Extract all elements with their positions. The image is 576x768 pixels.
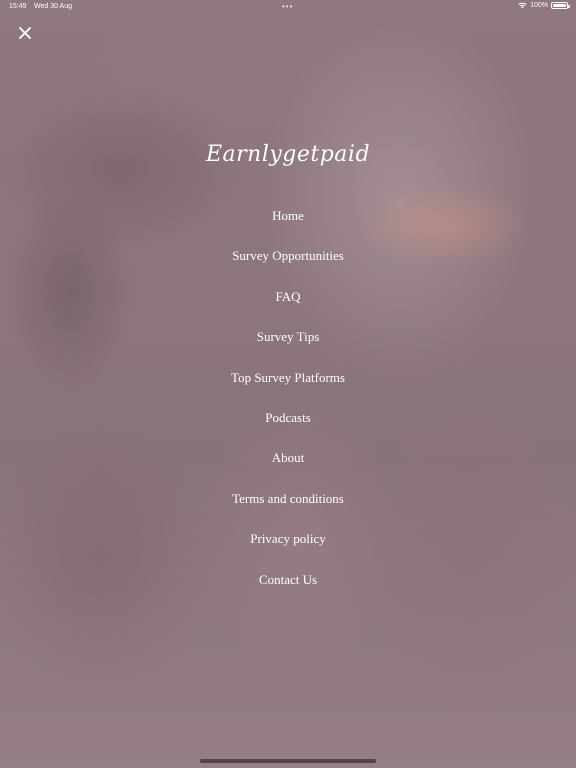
nav-item-contact-us: Contact Us [0,571,576,611]
nav-link-home[interactable]: Home [272,207,304,225]
nav-item-podcasts: Podcasts [0,409,576,449]
nav-item-faq: FAQ [0,288,576,328]
nav-link-survey-tips[interactable]: Survey Tips [257,328,320,346]
battery-icon [551,2,570,9]
close-menu-button[interactable] [14,24,36,46]
main-nav-menu: Home Survey Opportunities FAQ Survey Tip… [0,207,576,611]
status-time: 15:49 [9,3,27,10]
nav-item-terms-and-conditions: Terms and conditions [0,490,576,530]
nav-link-about[interactable]: About [272,449,305,467]
nav-item-home: Home [0,207,576,247]
nav-item-about: About [0,449,576,489]
nav-link-survey-opportunities[interactable]: Survey Opportunities [232,247,344,265]
battery-percent: 100% [530,2,548,9]
nav-link-contact-us[interactable]: Contact Us [259,571,317,589]
brand-logo-text[interactable]: Earnlygetpaid [0,142,576,167]
status-bar: 15:49 Wed 30 Aug ••• 100% [0,0,576,14]
status-indicators: 100% [518,2,570,9]
status-date: Wed 30 Aug [34,3,73,10]
nav-link-faq[interactable]: FAQ [275,288,300,306]
nav-link-podcasts[interactable]: Podcasts [265,409,311,427]
nav-link-top-survey-platforms[interactable]: Top Survey Platforms [231,369,345,387]
nav-link-privacy-policy[interactable]: Privacy policy [250,530,325,548]
close-icon [19,26,31,44]
nav-item-survey-tips: Survey Tips [0,328,576,368]
multitasking-dots[interactable]: ••• [282,2,293,11]
nav-item-privacy-policy: Privacy policy [0,530,576,570]
nav-item-survey-opportunities: Survey Opportunities [0,247,576,287]
home-indicator[interactable] [200,759,376,763]
wifi-icon [518,2,527,9]
nav-item-top-survey-platforms: Top Survey Platforms [0,369,576,409]
nav-link-terms-and-conditions[interactable]: Terms and conditions [232,490,344,508]
